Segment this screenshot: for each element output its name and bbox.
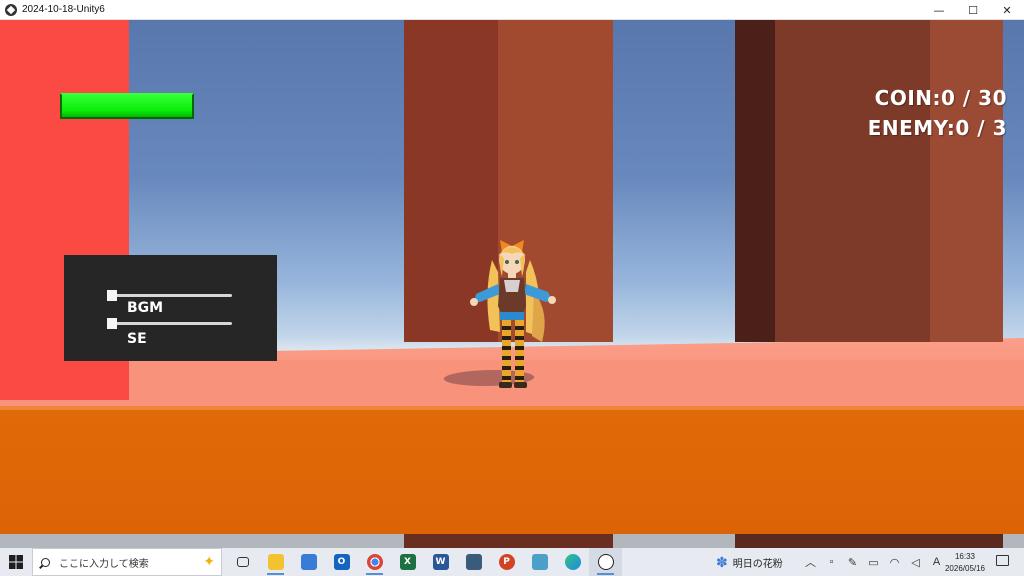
chevron-up-icon[interactable]: ︿ [800, 554, 821, 570]
audio-settings-panel: BGM SE [64, 255, 277, 361]
pillar-right-light-face [930, 20, 1003, 342]
slider-track [108, 294, 232, 297]
se-label: SE [127, 331, 147, 347]
taskbar-app-excel[interactable]: X [391, 548, 424, 576]
clock-date: 2026/05/16 [944, 564, 986, 573]
taskbar-app-unity[interactable] [589, 548, 622, 576]
taskbar-search-box[interactable]: ここに入力して検索 ✦ [32, 548, 222, 576]
volume-muted-icon[interactable]: ◁ [905, 556, 926, 569]
game-viewport[interactable]: COIN:0 / 30 ENEMY:0 / 3 BGM SE [0, 20, 1024, 548]
health-bar [60, 93, 194, 119]
enemy-counter: ENEMY:0 / 3 [867, 116, 1007, 140]
taskbar-app-calculator[interactable] [457, 548, 490, 576]
unity-app-icon [5, 3, 17, 16]
edge-icon [564, 554, 581, 570]
se-volume-slider[interactable] [107, 318, 232, 330]
task-view-icon [236, 557, 249, 567]
battery-icon[interactable]: ▭ [863, 556, 884, 569]
slider-handle[interactable] [107, 290, 117, 301]
store-icon [300, 554, 317, 570]
system-tray: ︿ ▫ ✎ ▭ ◠ ◁ A [800, 548, 947, 576]
taskbar-app-powerpoint[interactable]: P [490, 548, 523, 576]
taskbar-app-file-explorer[interactable] [259, 548, 292, 576]
player-character [470, 240, 556, 388]
excel-icon: X [399, 554, 416, 570]
clock-time: 16:33 [954, 552, 976, 561]
pillar-center-base [404, 534, 613, 548]
window-controls: — ☐ ✕ [922, 0, 1024, 20]
unity-icon [597, 554, 614, 570]
notification-icon[interactable] [996, 555, 1009, 566]
pillar-right-face [775, 20, 930, 342]
wifi-icon[interactable]: ◠ [884, 556, 905, 569]
taskbar-app-outlook[interactable]: O [325, 548, 358, 576]
window-title: 2024-10-18-Unity6 [22, 4, 105, 15]
outlook-icon: O [333, 554, 350, 570]
search-icon [41, 557, 50, 567]
folder-icon [267, 554, 284, 570]
pen-icon[interactable]: ✎ [842, 556, 863, 569]
taskbar: ここに入力して検索 ✦ O X W P ✽ 明日の花粉 ︿ ▫ ✎ ▭ ◠ ◁ … [0, 548, 1024, 576]
pillar-right-base [735, 534, 1003, 548]
taskbar-app-notepad[interactable] [523, 548, 556, 576]
weather-widget[interactable]: ✽ 明日の花粉 [716, 548, 783, 576]
maximize-button[interactable]: ☐ [956, 0, 990, 20]
close-button[interactable]: ✕ [990, 0, 1024, 20]
devices-icon[interactable]: ▫ [821, 556, 842, 568]
word-icon: W [432, 554, 449, 570]
taskbar-app-word[interactable]: W [424, 548, 457, 576]
taskbar-app-chrome[interactable] [358, 548, 391, 576]
lower-background-strip [0, 534, 1024, 548]
bgm-label: BGM [127, 300, 164, 316]
start-button[interactable] [0, 548, 32, 576]
notepad-icon [531, 554, 548, 570]
slider-handle[interactable] [107, 318, 117, 329]
coin-counter: COIN:0 / 30 [874, 86, 1007, 110]
minimize-button[interactable]: — [922, 0, 956, 20]
taskbar-app-store[interactable] [292, 548, 325, 576]
weather-text: 明日の花粉 [732, 558, 783, 570]
pillar-right-dark-face [735, 20, 775, 342]
powerpoint-icon: P [498, 554, 515, 570]
task-view-button[interactable] [226, 548, 259, 576]
sparkle-icon: ✦ [203, 553, 215, 569]
search-placeholder: ここに入力して検索 [59, 558, 149, 570]
taskbar-app-edge[interactable] [556, 548, 589, 576]
pollen-icon: ✽ [716, 553, 728, 570]
chrome-icon [366, 554, 383, 570]
windows-icon [9, 555, 23, 569]
floor-front-face [0, 406, 1024, 534]
slider-track [108, 322, 232, 325]
taskbar-apps: O X W P [226, 548, 622, 576]
system-clock[interactable]: 16:33 2026/05/16 [940, 551, 990, 575]
window-title-bar: 2024-10-18-Unity6 — ☐ ✕ [0, 0, 1024, 20]
calculator-icon [465, 554, 482, 570]
